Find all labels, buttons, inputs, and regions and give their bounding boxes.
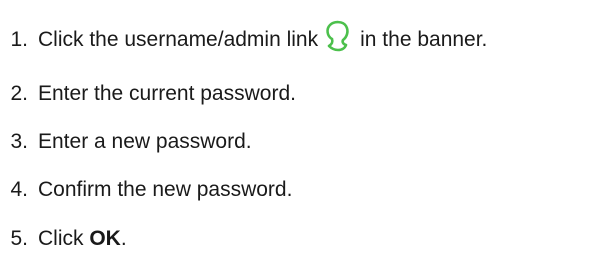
user-profile-icon [322,19,354,53]
step-text: Click [38,227,90,250]
step-number: 4. [10,178,28,201]
step-2: 2. Enter the current password. [0,79,296,109]
step-number: 3. [10,130,28,153]
step-text-suffix: in the banner. [360,28,488,51]
step-text: Confirm the new password. [38,178,293,201]
step-5: 5. Click OK. [0,224,127,254]
ok-label: OK [89,227,121,250]
instruction-steps: 1. Click the username/admin link in the … [0,0,608,257]
step-1: 1. Click the username/admin link in the … [0,20,488,55]
step-text: Enter the current password. [38,82,296,105]
step-number: 2. [10,82,28,105]
step-number: 1. [10,28,28,51]
step-3: 3. Enter a new password. [0,127,252,157]
step-text: Enter a new password. [38,130,252,153]
step-number: 5. [10,227,28,250]
step-4: 4. Confirm the new password. [0,175,292,205]
step-text: Click the username/admin link [38,28,319,51]
step-text-end: . [120,227,127,250]
